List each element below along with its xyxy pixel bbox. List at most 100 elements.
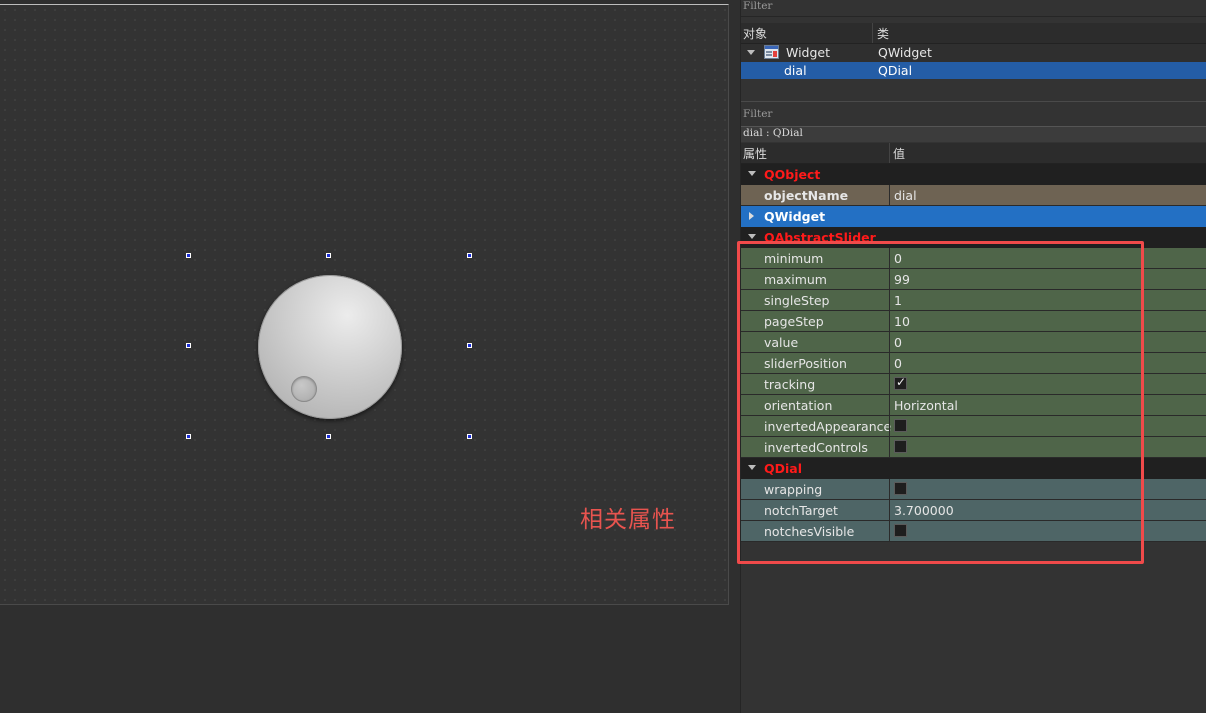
resize-handle-bottom-left[interactable] xyxy=(186,434,191,439)
property-name: maximum xyxy=(764,272,827,287)
property-name: singleStep xyxy=(764,293,830,308)
divider xyxy=(741,16,1206,17)
property-value[interactable]: 0 xyxy=(894,335,902,350)
right-dock: Filter 对象 类 Widget QWidget dial QDial Fi… xyxy=(740,0,1206,713)
tree-class-name: QWidget xyxy=(878,45,932,60)
column-divider xyxy=(889,374,890,394)
property-row-value[interactable]: value 0 xyxy=(741,332,1206,353)
column-divider xyxy=(889,143,890,163)
wrapping-checkbox[interactable] xyxy=(894,482,907,495)
column-divider xyxy=(889,269,890,289)
column-header-object[interactable]: 对象 xyxy=(743,25,767,42)
property-row-minimum[interactable]: minimum 0 xyxy=(741,248,1206,269)
group-qobject[interactable]: QObject xyxy=(741,164,1206,185)
property-filter-input[interactable]: Filter xyxy=(743,108,772,120)
resize-handle-bottom[interactable] xyxy=(326,434,331,439)
column-header-class[interactable]: 类 xyxy=(877,25,889,42)
property-value[interactable]: 1 xyxy=(894,293,902,308)
divider xyxy=(741,101,1206,102)
column-divider xyxy=(889,521,890,541)
property-value[interactable]: 0 xyxy=(894,356,902,371)
widget-form-icon xyxy=(764,45,779,59)
design-canvas[interactable]: 相关属性 xyxy=(0,0,740,713)
column-divider xyxy=(889,353,890,373)
column-divider xyxy=(889,395,890,415)
property-row-notchtarget[interactable]: notchTarget 3.700000 xyxy=(741,500,1206,521)
property-name: orientation xyxy=(764,398,833,413)
resize-handle-top-right[interactable] xyxy=(467,253,472,258)
collapse-arrow-icon[interactable] xyxy=(748,171,756,176)
property-row-tracking[interactable]: tracking ✓ xyxy=(741,374,1206,395)
property-row-singlestep[interactable]: singleStep 1 xyxy=(741,290,1206,311)
property-row-objectname[interactable]: objectName dial xyxy=(741,185,1206,206)
column-divider xyxy=(889,332,890,352)
column-divider xyxy=(889,290,890,310)
property-row-invertedcontrols[interactable]: invertedControls xyxy=(741,437,1206,458)
property-editor-header: 属性 值 xyxy=(741,143,1206,164)
property-row-invertedappearance[interactable]: invertedAppearance xyxy=(741,416,1206,437)
property-name: minimum xyxy=(764,251,824,266)
checkmark-icon: ✓ xyxy=(896,375,907,389)
collapse-arrow-icon[interactable] xyxy=(748,465,756,470)
column-divider xyxy=(872,23,873,43)
resize-handle-top-left[interactable] xyxy=(186,253,191,258)
resize-handle-bottom-right[interactable] xyxy=(467,434,472,439)
notchesvisible-checkbox[interactable] xyxy=(894,524,907,537)
property-value[interactable]: dial xyxy=(894,188,917,203)
group-qabstractslider[interactable]: QAbstractSlider xyxy=(741,227,1206,248)
property-value[interactable]: 10 xyxy=(894,314,910,329)
group-label: QWidget xyxy=(764,209,826,224)
expand-arrow-icon[interactable] xyxy=(747,50,755,55)
column-header-value[interactable]: 值 xyxy=(893,145,905,162)
column-header-property[interactable]: 属性 xyxy=(743,145,767,162)
property-context-bar: dial : QDial xyxy=(741,126,1206,142)
column-divider xyxy=(889,416,890,436)
property-row-orientation[interactable]: orientation Horizontal xyxy=(741,395,1206,416)
column-divider xyxy=(889,248,890,268)
column-divider xyxy=(889,479,890,499)
property-name: objectName xyxy=(764,188,849,203)
property-value[interactable]: 0 xyxy=(894,251,902,266)
property-row-wrapping[interactable]: wrapping xyxy=(741,479,1206,500)
column-divider xyxy=(889,185,890,205)
property-name: sliderPosition xyxy=(764,356,847,371)
tree-row-dial[interactable]: dial QDial xyxy=(741,62,1206,79)
property-name: notchTarget xyxy=(764,503,838,518)
resize-handle-right[interactable] xyxy=(467,343,472,348)
property-value[interactable]: 3.700000 xyxy=(894,503,954,518)
column-divider xyxy=(889,311,890,331)
group-label: QAbstractSlider xyxy=(764,230,876,245)
group-label: QObject xyxy=(764,167,821,182)
invertedcontrols-checkbox[interactable] xyxy=(894,440,907,453)
collapse-arrow-icon[interactable] xyxy=(748,234,756,239)
property-name: pageStep xyxy=(764,314,824,329)
property-name: invertedAppearance xyxy=(764,419,892,434)
object-inspector-header: 对象 类 xyxy=(741,23,1206,44)
property-row-sliderposition[interactable]: sliderPosition 0 xyxy=(741,353,1206,374)
dial-widget[interactable] xyxy=(258,275,402,419)
invertedappearance-checkbox[interactable] xyxy=(894,419,907,432)
property-value[interactable]: 99 xyxy=(894,272,910,287)
property-name: value xyxy=(764,335,799,350)
resize-handle-left[interactable] xyxy=(186,343,191,348)
group-qdial[interactable]: QDial xyxy=(741,458,1206,479)
property-row-pagestep[interactable]: pageStep 10 xyxy=(741,311,1206,332)
column-divider xyxy=(889,437,890,457)
property-value[interactable]: Horizontal xyxy=(894,398,958,413)
expand-arrow-icon[interactable] xyxy=(749,212,754,220)
resize-handle-top[interactable] xyxy=(326,253,331,258)
tree-row-widget[interactable]: Widget QWidget xyxy=(741,44,1206,62)
annotation-label: 相关属性 xyxy=(580,507,676,533)
property-row-notchesvisible[interactable]: notchesVisible xyxy=(741,521,1206,542)
property-row-maximum[interactable]: maximum 99 xyxy=(741,269,1206,290)
tracking-checkbox[interactable]: ✓ xyxy=(894,375,907,390)
property-name: notchesVisible xyxy=(764,524,855,539)
column-divider xyxy=(889,500,890,520)
group-label: QDial xyxy=(764,461,803,476)
dial-knob-indicator xyxy=(291,376,317,402)
property-name: wrapping xyxy=(764,482,823,497)
tree-object-name: Widget xyxy=(786,45,831,60)
group-qwidget[interactable]: QWidget xyxy=(741,206,1206,227)
object-filter-input[interactable]: Filter xyxy=(743,0,772,12)
tree-object-name: dial xyxy=(784,63,807,78)
